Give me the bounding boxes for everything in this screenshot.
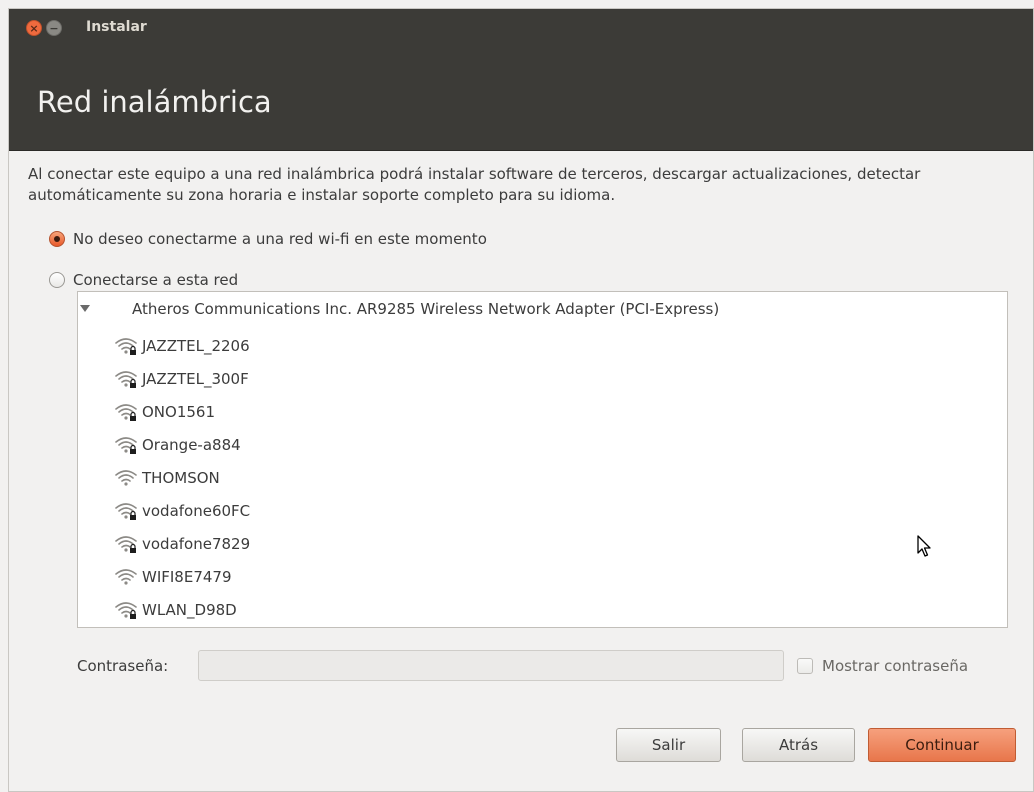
wifi-icon (115, 569, 137, 585)
network-ssid: vodafone60FC (142, 502, 251, 520)
network-row[interactable]: ONO1561 (114, 399, 215, 425)
wifi-secure-icon (115, 536, 137, 553)
option-no-wifi[interactable]: No deseo conectarme a una red wi-fi en e… (49, 230, 487, 248)
close-icon: × (29, 21, 39, 35)
expander-arrow-icon[interactable] (80, 305, 90, 312)
option-no-wifi-label: No deseo conectarme a una red wi-fi en e… (73, 230, 487, 248)
show-password-checkbox[interactable] (797, 658, 813, 674)
network-ssid: WIFI8E7479 (142, 568, 232, 586)
show-password-toggle[interactable]: Mostrar contraseña (797, 657, 968, 675)
continue-button[interactable]: Continuar (868, 728, 1016, 762)
quit-button[interactable]: Salir (616, 728, 721, 762)
radio-connect-network[interactable] (49, 272, 65, 288)
page-header: Red inalámbrica (9, 47, 1033, 151)
network-row[interactable]: vodafone60FC (114, 498, 250, 524)
network-row[interactable]: JAZZTEL_300F (114, 366, 249, 392)
network-row[interactable]: WIFI8E7479 (114, 564, 232, 590)
radio-selected-dot (54, 236, 60, 242)
network-ssid: vodafone7829 (142, 535, 251, 553)
window-title: Instalar (86, 19, 147, 35)
password-label: Contraseña: (77, 657, 169, 675)
close-button[interactable]: × (26, 20, 42, 36)
minimize-icon: − (49, 21, 59, 35)
network-row[interactable]: JAZZTEL_2206 (114, 333, 250, 359)
network-ssid: WLAN_D98D (142, 601, 237, 619)
mouse-cursor-icon (917, 535, 931, 557)
option-connect-network[interactable]: Conectarse a esta red (49, 271, 238, 289)
password-row: Contraseña: Mostrar contraseña (77, 650, 1022, 684)
wifi-icon (115, 470, 137, 486)
show-password-label: Mostrar contraseña (822, 657, 969, 675)
wifi-secure-icon (115, 503, 137, 520)
option-connect-network-label: Conectarse a esta red (73, 271, 239, 289)
titlebar: × − Instalar (9, 9, 1033, 47)
page-title: Red inalámbrica (37, 85, 272, 119)
network-ssid: THOMSON (142, 469, 220, 487)
adapter-label: Atheros Communications Inc. AR9285 Wirel… (132, 300, 720, 318)
adapter-row[interactable]: Atheros Communications Inc. AR9285 Wirel… (78, 298, 1007, 322)
wifi-secure-icon (115, 437, 137, 454)
wifi-secure-icon (115, 602, 137, 619)
wifi-secure-icon (115, 371, 137, 388)
network-list[interactable]: Atheros Communications Inc. AR9285 Wirel… (77, 291, 1008, 628)
back-button[interactable]: Atrás (742, 728, 855, 762)
network-row[interactable]: THOMSON (114, 465, 220, 491)
description-text: Al conectar este equipo a una red inalám… (28, 165, 921, 204)
wifi-secure-icon (115, 404, 137, 421)
network-ssid: JAZZTEL_300F (142, 370, 249, 388)
network-ssid: JAZZTEL_2206 (142, 337, 250, 355)
password-input[interactable] (198, 650, 784, 681)
network-ssid: ONO1561 (142, 403, 216, 421)
network-ssid: Orange-a884 (142, 436, 241, 454)
network-row[interactable]: WLAN_D98D (114, 597, 237, 623)
minimize-button[interactable]: − (46, 20, 62, 36)
radio-no-wifi[interactable] (49, 231, 65, 247)
network-row[interactable]: Orange-a884 (114, 432, 241, 458)
network-row[interactable]: vodafone7829 (114, 531, 250, 557)
wifi-secure-icon (115, 338, 137, 355)
